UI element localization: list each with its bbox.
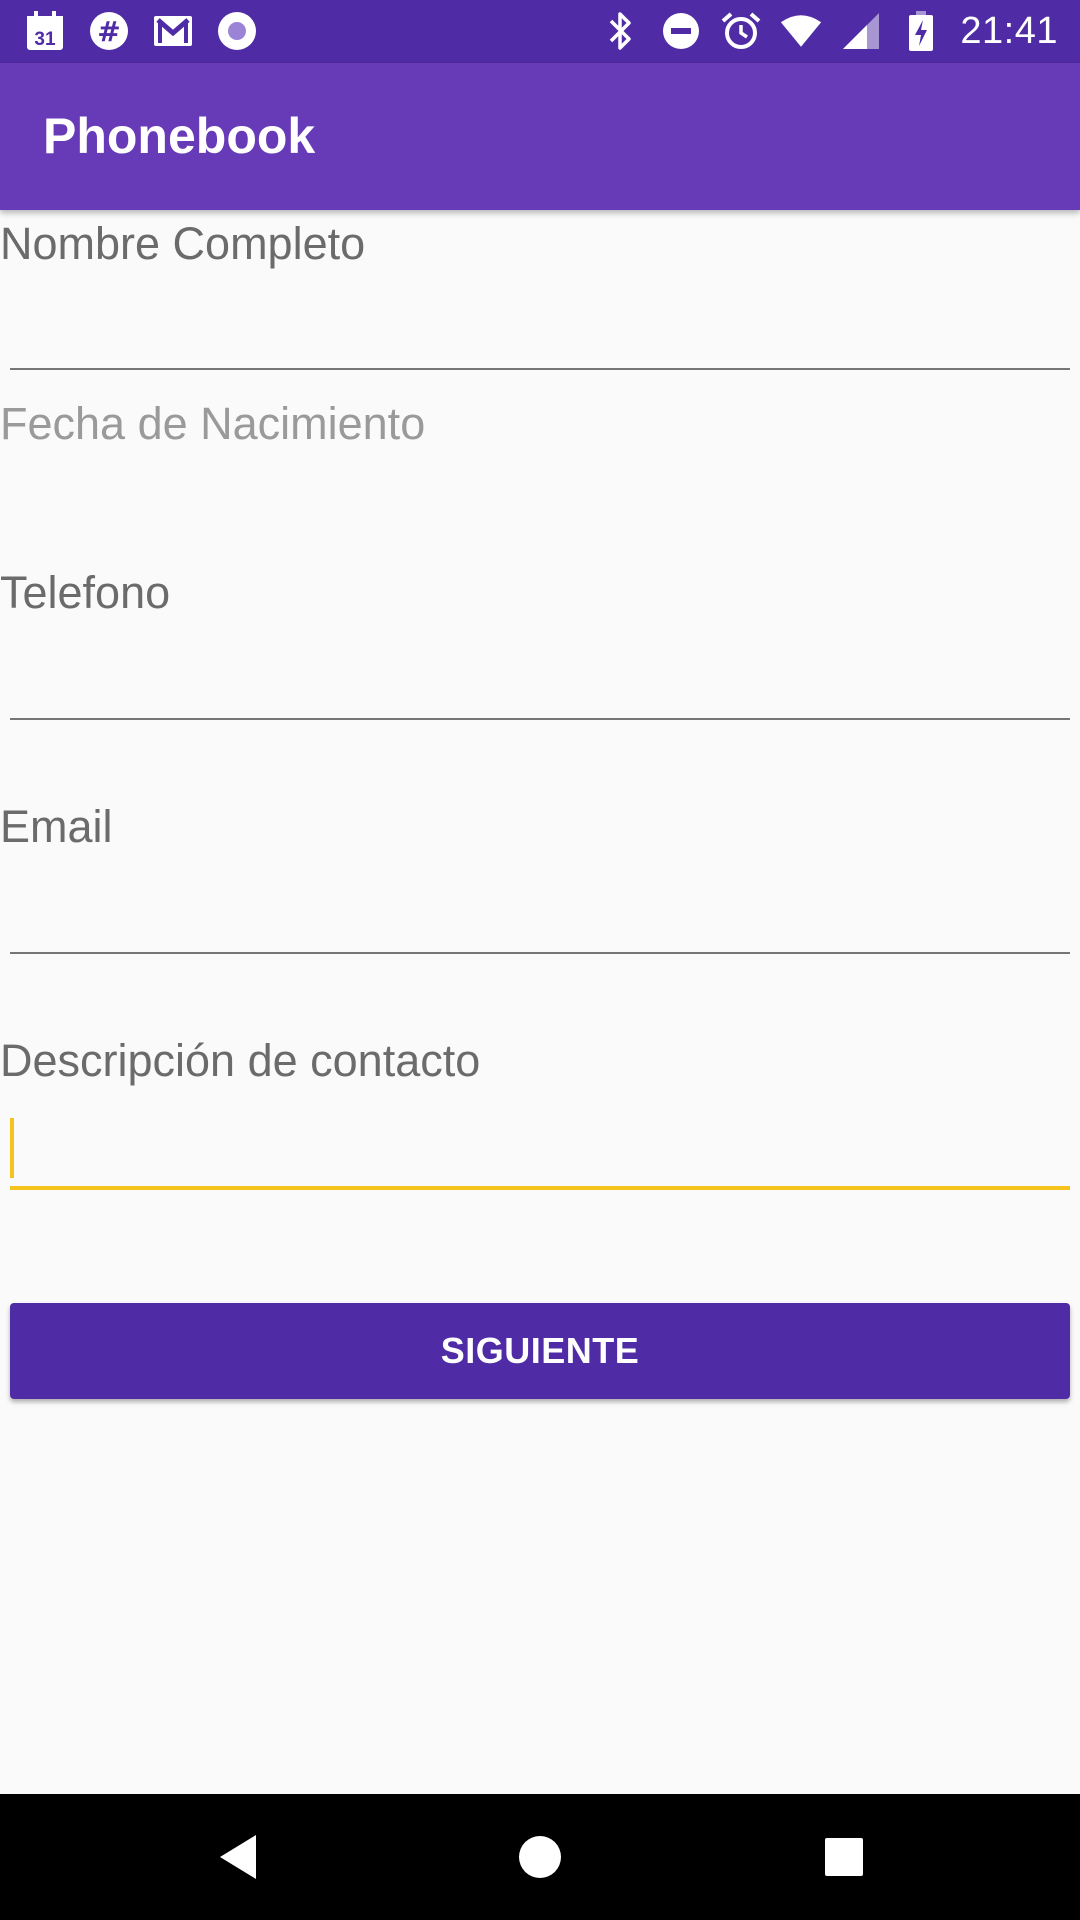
status-bar: 31 # 21:41: [0, 0, 1080, 63]
do-not-disturb-icon: [660, 10, 702, 52]
email-input[interactable]: [10, 884, 1070, 954]
calendar-day-text: 31: [34, 29, 56, 50]
circle-app-icon: [216, 10, 258, 52]
back-icon[interactable]: [210, 1829, 266, 1885]
navigation-bar: [0, 1794, 1080, 1920]
svg-text:#: #: [97, 15, 120, 48]
full-name-input[interactable]: [10, 300, 1070, 370]
description-label: Descripción de contacto: [0, 1035, 481, 1086]
recents-icon[interactable]: [816, 1829, 872, 1885]
status-time: 21:41: [960, 9, 1058, 52]
phone-input[interactable]: [10, 650, 1070, 720]
birthdate-field[interactable]: Fecha de Nacimiento: [0, 398, 425, 450]
email-label: Email: [0, 801, 113, 852]
full-name-label: Nombre Completo: [0, 218, 366, 269]
home-icon[interactable]: [512, 1829, 568, 1885]
text-cursor: [10, 1118, 14, 1178]
next-button[interactable]: SIGUIENTE: [10, 1303, 1070, 1399]
battery-charging-icon: [900, 10, 942, 52]
app-bar: Phonebook: [0, 63, 1080, 210]
calendar-icon: 31: [24, 10, 66, 52]
app-title: Phonebook: [43, 108, 316, 164]
signal-icon: [840, 10, 882, 52]
slack-icon: #: [88, 10, 130, 52]
bluetooth-icon: [600, 10, 642, 52]
wifi-icon: [780, 10, 822, 52]
alarm-icon: [720, 10, 762, 52]
system-icons: 21:41: [600, 9, 1058, 53]
phone-label: Telefono: [0, 567, 171, 618]
gmail-icon: [152, 10, 194, 52]
description-input[interactable]: [10, 1120, 1070, 1190]
notification-icons: 31 #: [24, 9, 258, 53]
